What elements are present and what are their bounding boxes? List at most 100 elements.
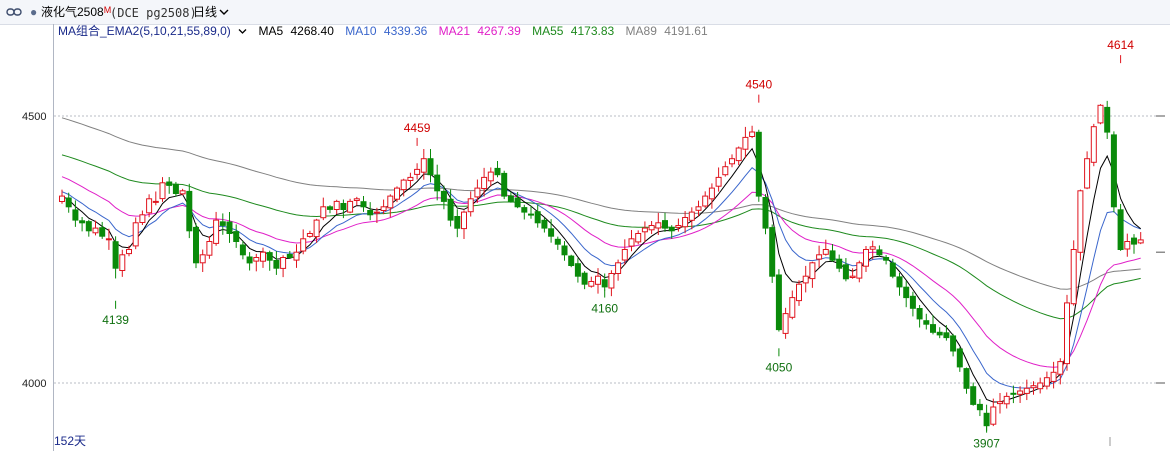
candle[interactable] — [635, 230, 642, 245]
candle[interactable] — [1097, 104, 1104, 125]
candle[interactable] — [394, 186, 400, 203]
candle[interactable] — [367, 202, 374, 221]
indicator-group-selector[interactable]: MA组合_EMA2(5,10,21,55,89,0) — [58, 24, 251, 38]
candle[interactable] — [193, 223, 199, 269]
candle[interactable] — [943, 325, 950, 341]
candle[interactable] — [802, 265, 809, 293]
candle[interactable] — [541, 217, 548, 233]
candle[interactable] — [842, 258, 849, 282]
candle[interactable] — [300, 229, 307, 255]
candle[interactable] — [574, 258, 581, 283]
candle[interactable] — [132, 217, 139, 250]
candle[interactable] — [581, 271, 588, 290]
candle[interactable] — [856, 260, 863, 283]
candle[interactable] — [916, 305, 923, 328]
candle[interactable] — [286, 250, 293, 259]
candle[interactable] — [976, 399, 983, 417]
candle[interactable] — [641, 221, 648, 243]
candle[interactable] — [963, 367, 970, 394]
link-icon[interactable] — [6, 7, 22, 17]
candle[interactable] — [722, 161, 729, 177]
candle[interactable] — [923, 313, 930, 330]
candle[interactable] — [1090, 123, 1097, 167]
candle[interactable] — [85, 219, 92, 237]
candle[interactable] — [487, 167, 494, 187]
candle[interactable] — [883, 255, 890, 265]
candle[interactable] — [809, 261, 816, 288]
candle[interactable] — [615, 259, 622, 281]
candle[interactable] — [501, 170, 508, 200]
candle[interactable] — [903, 281, 910, 308]
candle[interactable] — [970, 382, 977, 406]
candle[interactable] — [997, 392, 1003, 414]
candle[interactable] — [1077, 189, 1084, 261]
candle[interactable] — [568, 254, 575, 268]
candle[interactable] — [327, 205, 333, 214]
candle[interactable] — [755, 129, 762, 202]
candle[interactable] — [936, 327, 943, 339]
period-selector[interactable]: 日线 — [193, 4, 229, 20]
candle[interactable] — [1017, 386, 1024, 403]
candle[interactable] — [1124, 233, 1131, 257]
candle[interactable] — [1137, 232, 1144, 245]
candle[interactable] — [246, 252, 253, 271]
candle[interactable] — [1003, 392, 1010, 409]
candle[interactable] — [112, 236, 119, 279]
candle[interactable] — [79, 216, 86, 232]
candle[interactable] — [206, 236, 213, 259]
candle[interactable] — [1070, 240, 1077, 306]
candle[interactable] — [273, 251, 280, 275]
candle[interactable] — [789, 290, 796, 320]
candle[interactable] — [226, 211, 233, 243]
candle[interactable] — [514, 191, 521, 209]
candle[interactable] — [1023, 379, 1030, 401]
candle[interactable] — [849, 268, 856, 279]
candle[interactable] — [534, 204, 541, 228]
candle[interactable] — [1131, 234, 1137, 254]
candle[interactable] — [742, 126, 749, 159]
candle[interactable] — [762, 194, 769, 235]
candle[interactable] — [186, 183, 193, 239]
candle[interactable] — [172, 181, 179, 197]
candle[interactable] — [662, 212, 668, 232]
candle[interactable] — [822, 239, 829, 256]
candle[interactable] — [796, 280, 802, 306]
candle[interactable] — [59, 189, 65, 204]
candle[interactable] — [280, 255, 287, 278]
candle[interactable] — [682, 211, 689, 234]
candle[interactable] — [1043, 371, 1050, 390]
candle[interactable] — [99, 221, 106, 239]
candle[interactable] — [347, 198, 354, 214]
candle[interactable] — [729, 154, 735, 168]
candle[interactable] — [266, 250, 273, 271]
instrument-name[interactable]: 液化气2508M — [41, 4, 111, 20]
candle[interactable] — [950, 333, 957, 357]
candle[interactable] — [481, 167, 488, 197]
candle[interactable] — [420, 149, 427, 180]
candle[interactable] — [306, 230, 313, 238]
candle[interactable] — [427, 148, 434, 183]
candle[interactable] — [715, 167, 722, 192]
candle[interactable] — [467, 191, 474, 217]
candle[interactable] — [876, 245, 883, 257]
candle[interactable] — [1064, 294, 1070, 371]
candle[interactable] — [260, 247, 266, 268]
candle[interactable] — [702, 191, 709, 208]
candle[interactable] — [159, 177, 166, 202]
candle[interactable] — [400, 178, 407, 197]
candle[interactable] — [119, 249, 126, 277]
candle[interactable] — [769, 224, 776, 283]
candle[interactable] — [333, 199, 340, 215]
candle[interactable] — [836, 254, 843, 273]
candle[interactable] — [152, 191, 159, 206]
candle[interactable] — [561, 241, 568, 261]
candle[interactable] — [1084, 151, 1091, 190]
candle[interactable] — [434, 164, 441, 201]
candle[interactable] — [105, 228, 112, 250]
candle[interactable] — [360, 196, 367, 212]
candle[interactable] — [461, 210, 467, 240]
candle[interactable] — [1117, 204, 1124, 251]
candle[interactable] — [387, 194, 394, 218]
candle[interactable] — [1110, 131, 1117, 213]
candle[interactable] — [353, 196, 360, 206]
